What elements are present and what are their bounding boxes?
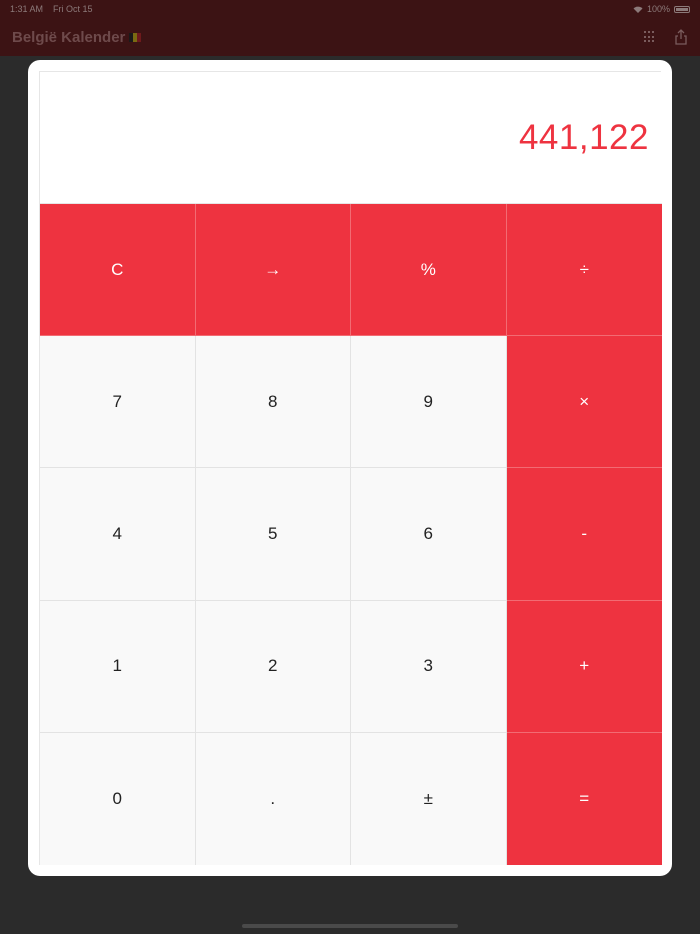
battery-icon (674, 5, 690, 13)
key-digit-0-button[interactable]: 0 (40, 732, 196, 865)
status-bar: 1:31 AM Fri Oct 15 100% (0, 0, 700, 18)
key-digit-6-button[interactable]: 6 (351, 468, 507, 601)
grid-icon[interactable] (644, 31, 656, 43)
home-indicator[interactable] (242, 924, 458, 928)
key-backspace-button[interactable]: → (195, 204, 351, 337)
app-title: België Kalender (12, 28, 126, 46)
nav-title: België Kalender (12, 28, 142, 46)
wifi-icon (633, 6, 643, 13)
status-time: 1:31 AM (10, 4, 44, 14)
keypad: C →% ÷ 7 8 9 × 4 5 6- 1 2 3 +0. ± = (40, 204, 662, 865)
key-digit-1-button[interactable]: 1 (40, 600, 196, 733)
key-divide-button[interactable]: ÷ (506, 204, 662, 337)
calculator-modal: 441,122 C →% ÷ 7 8 9 × 4 5 6- 1 2 3 +0. ± = (28, 60, 672, 876)
key-clear-button[interactable]: C (40, 204, 196, 337)
key-multiply-button[interactable]: × (506, 336, 662, 469)
key-equals-button[interactable]: = (506, 732, 662, 865)
key-digit-4-button[interactable]: 4 (40, 468, 196, 601)
key-digit-3-button[interactable]: 3 (351, 600, 507, 733)
nav-bar: België Kalender (0, 18, 700, 56)
calculator: 441,122 C →% ÷ 7 8 9 × 4 5 6- 1 2 3 +0. ± = (39, 71, 662, 865)
display-value: 441,122 (518, 117, 649, 157)
key-digit-9-button[interactable]: 9 (351, 336, 507, 469)
key-digit-8-button[interactable]: 8 (195, 336, 351, 469)
key-decimal-button[interactable]: . (195, 732, 351, 865)
key-toggle-sign-button[interactable]: ± (351, 732, 507, 865)
key-add-button[interactable]: + (506, 600, 662, 733)
battery-percent: 100% (646, 4, 670, 14)
key-percent-button[interactable]: % (351, 204, 507, 337)
key-digit-7-button[interactable]: 7 (40, 336, 196, 469)
key-digit-5-button[interactable]: 5 (195, 468, 351, 601)
status-date: Fri Oct 15 (53, 4, 93, 14)
key-subtract-button[interactable]: - (506, 468, 662, 601)
key-digit-2-button[interactable]: 2 (195, 600, 351, 733)
calculator-display: 441,122 (40, 72, 662, 204)
belgium-flag-icon (129, 32, 142, 42)
share-icon[interactable] (674, 29, 688, 45)
